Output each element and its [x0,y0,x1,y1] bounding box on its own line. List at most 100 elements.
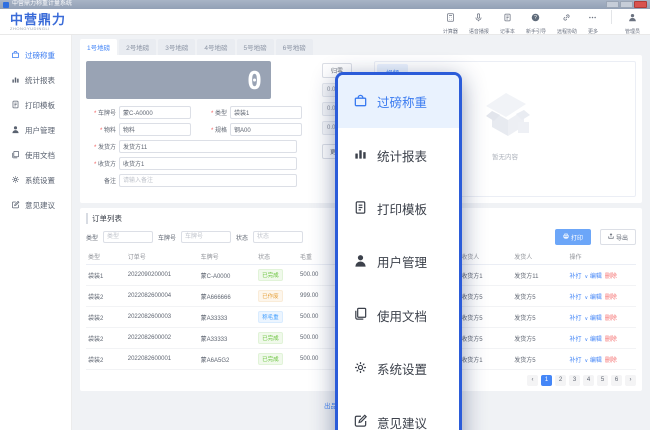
feedback-icon [11,200,20,211]
filter-status-input[interactable] [253,231,303,243]
calculator-button[interactable]: 计算器 [443,9,458,35]
plate-input[interactable] [119,106,191,119]
sidebar-item-weighing[interactable]: 过磅称重 [0,43,71,68]
reprint-link[interactable]: 补打 [569,274,581,280]
remark-input[interactable] [119,174,297,187]
menu-item-docs[interactable]: 使用文档 [338,289,459,342]
page-button-5[interactable]: 5 [597,375,608,386]
menu-item-weighing[interactable]: 过磅称重 [338,75,459,128]
user-icon [11,125,20,136]
tab-scale-4[interactable]: 4号地磅 [197,39,234,55]
receiver-label: 收货方 [86,159,119,168]
sidebar-item-label: 用户管理 [25,125,55,136]
tab-scale-3[interactable]: 3号地磅 [158,39,195,55]
delete-link[interactable]: 删除 [605,274,617,280]
cell-gross: 500.00 [298,307,338,328]
sidebar-item-users[interactable]: 用户管理 [0,118,71,143]
col-order-no: 订单号 [126,249,199,265]
menu-item-feedback[interactable]: 意见建议 [338,396,459,430]
window-close-button[interactable] [634,1,647,8]
window-minimize-button[interactable] [606,1,619,8]
more-button[interactable]: 更多 [588,9,598,35]
type-input[interactable] [230,106,302,119]
notepad-icon [503,9,512,27]
sidebar-item-reports[interactable]: 统计报表 [0,68,71,93]
material-input[interactable] [119,123,191,136]
scale-icon [353,93,368,111]
page-button-1[interactable]: 1 [541,375,552,386]
weight-value: 0 [247,68,262,93]
cell-gross: 500.00 [298,328,338,349]
cell-type: 袋装2 [86,307,126,328]
edit-link[interactable]: 编辑 [590,358,602,364]
page-button-6[interactable]: 6 [611,375,622,386]
tab-scale-5[interactable]: 5号地磅 [237,39,274,55]
reprint-link[interactable]: 补打 [569,295,581,301]
edit-link[interactable]: 编辑 [590,337,602,343]
sidebar-item-print-template[interactable]: 打印模板 [0,93,71,118]
gear-icon [353,360,368,378]
edit-link[interactable]: 编辑 [590,295,602,301]
tab-scale-6[interactable]: 6号地磅 [276,39,313,55]
window-maximize-button[interactable] [620,1,633,8]
menu-item-reports[interactable]: 统计报表 [338,128,459,181]
feedback-icon [353,413,368,430]
status-badge: 已完成 [258,269,283,281]
reprint-link[interactable]: 补打 [569,316,581,322]
delete-link[interactable]: 删除 [605,295,617,301]
template-icon [11,100,20,111]
header-divider [611,10,612,24]
filter-type-input[interactable] [103,231,153,243]
cell-plate: 蒙A33333 [199,307,256,328]
admin-user-button[interactable]: 管理员 [625,9,640,35]
weighing-form: 车牌号 类型 物料 规格 [86,106,314,187]
page-next-button[interactable]: › [625,375,636,386]
sidebar-item-settings[interactable]: 系统设置 [0,168,71,193]
sender-input[interactable] [119,140,297,153]
remote-assist-button[interactable]: 远程协助 [557,9,577,35]
menu-item-settings[interactable]: 系统设置 [338,342,459,395]
menu-item-users[interactable]: 用户管理 [338,235,459,288]
print-button[interactable]: 打印 [555,229,591,245]
app-header: 中营鼎力 ZHONGYUDINGLI 计算器 语音播报 记事本 ? 新手引导 远… [0,9,650,35]
calculator-icon [446,9,455,27]
delete-link[interactable]: 删除 [605,316,617,322]
filter-plate-input[interactable] [181,231,231,243]
admin-user-label: 管理员 [625,28,640,35]
sidebar: 过磅称重 统计报表 打印模板 用户管理 使用文档 系统设置 意见建议 [0,35,72,430]
edit-link[interactable]: 编辑 [590,316,602,322]
brand-name: 中营鼎力 [10,13,66,26]
sidebar-item-label: 统计报表 [25,75,55,86]
cell-receiver: 收货方5 [459,328,512,349]
voice-broadcast-button[interactable]: 语音播报 [469,9,489,35]
notepad-button[interactable]: 记事本 [500,9,515,35]
reprint-link[interactable]: 补打 [569,358,581,364]
sidebar-item-label: 打印模板 [25,100,55,111]
cell-plate: 蒙C-A0000 [199,265,256,286]
page-button-4[interactable]: 4 [583,375,594,386]
cell-sender: 发货方11 [512,265,567,286]
cell-gross: 999.00 [298,286,338,307]
beginner-guide-button[interactable]: ? 新手引导 [526,9,546,35]
delete-link[interactable]: 删除 [605,358,617,364]
edit-link[interactable]: 编辑 [590,274,602,280]
delete-link[interactable]: 删除 [605,337,617,343]
page-prev-button[interactable]: ‹ [527,375,538,386]
sidebar-item-feedback[interactable]: 意见建议 [0,193,71,218]
export-button[interactable]: 导出 [600,229,636,245]
docs-icon [11,150,20,161]
sidebar-item-docs[interactable]: 使用文档 [0,143,71,168]
chevron-down-icon: ∨ [584,274,588,280]
tab-scale-2[interactable]: 2号地磅 [119,39,156,55]
page-button-2[interactable]: 2 [555,375,566,386]
tab-scale-1[interactable]: 1号地磅 [80,39,117,55]
spec-input[interactable] [230,123,302,136]
material-label: 物料 [86,125,119,134]
receiver-input[interactable] [119,157,297,170]
cell-receiver: 收货方1 [459,349,512,370]
reprint-link[interactable]: 补打 [569,337,581,343]
menu-item-print-template[interactable]: 打印模板 [338,182,459,235]
page-button-3[interactable]: 3 [569,375,580,386]
cell-order-no: 2022082600001 [126,349,199,370]
brand-subtitle: ZHONGYUDINGLI [10,27,66,31]
